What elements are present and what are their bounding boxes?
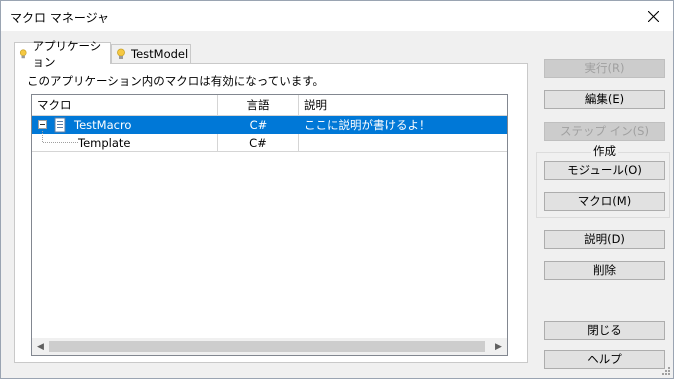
- module-button[interactable]: モジュール(O): [544, 161, 665, 180]
- lightbulb-icon: [19, 48, 27, 58]
- resize-grip-icon[interactable]: [661, 366, 670, 375]
- grid-header: マクロ 言語 説明: [32, 95, 507, 116]
- macro-language: C#: [218, 134, 299, 152]
- horizontal-scrollbar[interactable]: ◀ ▶: [32, 338, 507, 355]
- application-tab-panel: このアプリケーション内のマクロは有効になっています。 マクロ 言語 説明 Tes…: [14, 63, 528, 363]
- create-group-label: 作成: [591, 143, 618, 159]
- macro-name: TestMacro: [74, 118, 132, 132]
- run-button[interactable]: 実行(R): [544, 59, 665, 78]
- table-row[interactable]: Template C#: [32, 131, 507, 152]
- macro-description: ここに説明が書けるよ！: [304, 118, 431, 132]
- description-button[interactable]: 説明(D): [544, 230, 665, 249]
- edit-button[interactable]: 編集(E): [544, 90, 665, 109]
- close-button[interactable]: 閉じる: [544, 321, 665, 340]
- tab-label: TestModel: [131, 47, 189, 61]
- scroll-left-button[interactable]: ◀: [32, 338, 49, 355]
- step-in-button[interactable]: ステップ イン(S): [544, 122, 665, 141]
- close-window-button[interactable]: [633, 1, 673, 31]
- title-bar[interactable]: マクロ マネージャ: [1, 1, 673, 31]
- macro-manager-dialog: マクロ マネージャ アプリケーション TestModel このアプリケーション内…: [0, 0, 674, 379]
- macros-enabled-message: このアプリケーション内のマクロは有効になっています。: [27, 74, 325, 88]
- macro-button[interactable]: マクロ(M): [544, 192, 665, 211]
- scroll-right-button[interactable]: ▶: [490, 338, 507, 355]
- column-header-macro[interactable]: マクロ: [32, 95, 218, 115]
- tree-connector: [42, 131, 78, 143]
- delete-button[interactable]: 削除: [544, 261, 665, 280]
- tab-label: アプリケーション: [32, 38, 102, 69]
- scrollbar-thumb[interactable]: [49, 341, 485, 352]
- column-header-language[interactable]: 言語: [218, 95, 299, 115]
- window-title: マクロ マネージャ: [10, 11, 109, 25]
- column-header-description[interactable]: 説明: [299, 95, 507, 115]
- tab-application[interactable]: アプリケーション: [14, 39, 111, 69]
- tab-testmodel[interactable]: TestModel: [111, 44, 191, 63]
- close-icon: [647, 10, 659, 22]
- macro-language: C#: [249, 118, 268, 132]
- macro-name: Template: [78, 134, 218, 152]
- macro-description: [304, 134, 507, 152]
- table-row[interactable]: TestMacro C# ここに説明が書けるよ！: [32, 116, 507, 134]
- lightbulb-icon: [117, 48, 125, 59]
- macro-grid[interactable]: マクロ 言語 説明 TestMacro C# ここに説明が書けるよ！ Templ…: [31, 94, 508, 356]
- help-button[interactable]: ヘルプ: [544, 350, 665, 369]
- collapse-toggle[interactable]: [38, 120, 47, 129]
